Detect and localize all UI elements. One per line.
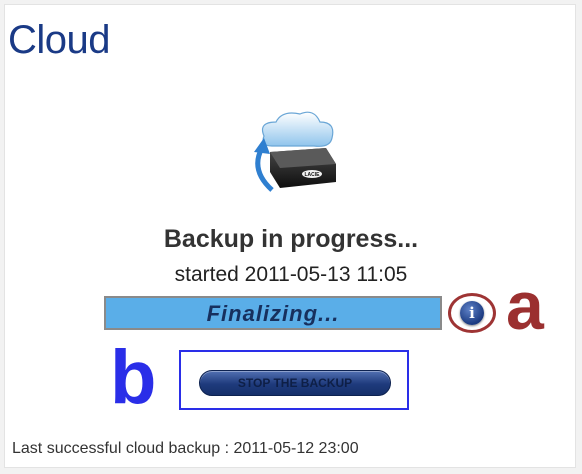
callout-label-a: a xyxy=(506,268,544,344)
page-title: Cloud xyxy=(8,18,111,62)
callout-label-b: b xyxy=(110,335,157,420)
progress-bar: Finalizing... xyxy=(104,296,442,330)
info-icon: i xyxy=(460,301,484,325)
stop-backup-button[interactable]: STOP THE BACKUP xyxy=(199,370,391,396)
last-backup-status: Last successful cloud backup : 2011-05-1… xyxy=(12,440,359,457)
status-started-time: started 2011-05-13 11:05 xyxy=(174,263,408,286)
status-heading: Backup in progress... xyxy=(163,225,419,253)
device-brand-label: LACIE xyxy=(305,172,321,178)
info-button[interactable]: i xyxy=(448,293,496,333)
progress-label: Finalizing... xyxy=(206,301,340,326)
cloud-backup-device-icon: LACIE xyxy=(254,111,336,192)
